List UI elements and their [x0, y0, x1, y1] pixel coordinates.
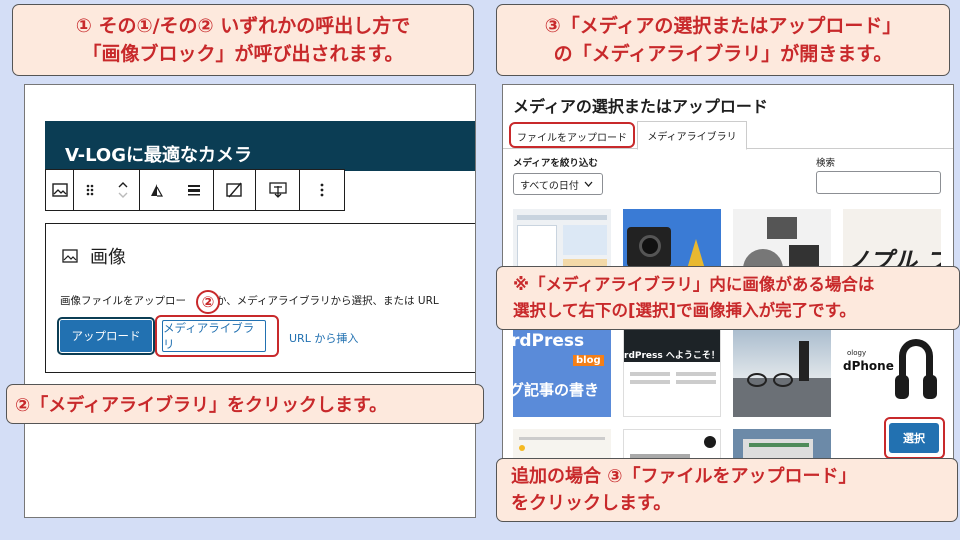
toolbar-more-options-icon[interactable]: [300, 170, 344, 210]
upload-button[interactable]: アップロード: [57, 317, 155, 355]
media-thumb-8-title: dPhone: [843, 359, 894, 373]
filter-label: メディアを絞り込む: [513, 158, 598, 169]
date-filter-select[interactable]: すべての日付: [513, 173, 603, 195]
toolbar-drag-handle-icon[interactable]: [74, 170, 106, 210]
upload-tab-highlight: [509, 122, 635, 148]
callout-upload: 追加の場合 ③「ファイルをアップロード」 をクリックします。: [496, 458, 958, 522]
callout-note-line1: ※「メディアライブラリ」内に画像がある場合は: [513, 275, 875, 294]
media-thumb-6[interactable]: rdPress へようこそ！: [623, 319, 721, 417]
callout-step1-line2: 「画像ブロック」が呼び出されます。: [82, 43, 404, 65]
callout-note-line2: 選択して右下の[選択]で画像挿入が完了です。: [513, 301, 856, 320]
callout-note: ※「メディアライブラリ」内に画像がある場合は 選択して右下の[選択]で画像挿入が…: [496, 266, 960, 330]
toolbar-width-icon[interactable]: [174, 170, 214, 210]
media-thumb-5-caption: グ記事の書き: [513, 381, 600, 399]
media-thumb-8[interactable]: ology dPhone: [843, 319, 941, 417]
media-library-highlight: [155, 315, 279, 357]
callout-step3: ③「メディアの選択またはアップロード」 の「メディアライブラリ」が開きます。: [496, 4, 950, 76]
media-thumb-5-title: rdPress: [513, 331, 585, 351]
callout-step2: ②「メディアライブラリ」をクリックします。: [6, 384, 484, 424]
date-filter-value: すべての日付: [520, 180, 579, 192]
media-thumb-7[interactable]: [733, 319, 831, 417]
instructions-start: 画像ファイルをアップロー: [60, 295, 186, 307]
media-thumb-5-badge: blog: [573, 355, 604, 366]
chevron-down-icon: [584, 181, 593, 187]
image-block-icon: [62, 249, 78, 263]
image-block-instructions: 画像ファイルをアップロー か、メディアライブラリから選択、または URL: [60, 293, 475, 308]
block-editor-pane: V-LOGに最適なカメラ 画像 画像ファイルをアップロー か、メディアライブラリ…: [24, 84, 476, 518]
callout-upload-line2: をクリックします。: [511, 493, 672, 514]
step2-marker: ②: [196, 290, 220, 314]
post-heading-text: V-LOGに最適なカメラ: [65, 145, 252, 166]
toolbar-image-icon[interactable]: [46, 170, 74, 210]
media-thumb-6-title: rdPress へようこそ！: [624, 351, 720, 361]
media-thumb-5[interactable]: rdPress blog グ記事の書き: [513, 319, 611, 417]
tab-media-library[interactable]: メディアライブラリ: [637, 121, 747, 150]
toolbar-align-icon[interactable]: [140, 170, 174, 210]
instructions-end: か、メディアライブラリから選択、または URL: [216, 295, 439, 307]
callout-step3-line1: ③「メディアの選択またはアップロード」: [544, 15, 902, 37]
toolbar-move-arrows-icon[interactable]: [106, 170, 140, 210]
toolbar-crop-icon[interactable]: [214, 170, 256, 210]
search-label: 検索: [816, 158, 836, 169]
toolbar-text-overlay-icon[interactable]: [256, 170, 300, 210]
block-toolbar: [45, 169, 345, 211]
post-heading-block[interactable]: V-LOGに最適なカメラ: [45, 121, 475, 171]
media-modal-title: メディアの選択またはアップロード: [513, 97, 768, 116]
search-input[interactable]: [816, 171, 941, 194]
callout-step1-line1: ① その①/その② いずれかの呼出し方で: [75, 15, 411, 37]
url-insert-link[interactable]: URL から挿入: [289, 330, 358, 346]
image-block-title: 画像: [90, 247, 126, 268]
select-button-highlight: [884, 417, 945, 459]
callout-step3-line2: の「メディアライブラリ」が開きます。: [553, 43, 893, 65]
callout-step2-text: ②「メディアライブラリ」をクリックします。: [15, 395, 388, 416]
callout-upload-line1: 追加の場合 ③「ファイルをアップロード」: [511, 466, 857, 487]
media-thumb-8-subtitle: ology: [847, 349, 867, 357]
callout-step1: ① その①/その② いずれかの呼出し方で 「画像ブロック」が呼び出されます。: [12, 4, 474, 76]
